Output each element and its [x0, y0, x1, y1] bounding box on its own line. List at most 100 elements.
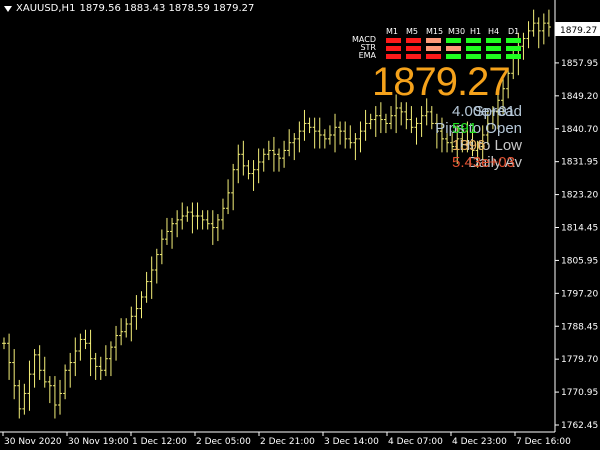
price-axis[interactable]: 1866.701857.951849.201840.701831.951823.… — [555, 26, 598, 431]
signal-cell — [486, 38, 501, 43]
price-bar — [271, 136, 276, 172]
timeframe-header: H1 — [470, 27, 482, 36]
price-bar — [78, 333, 83, 361]
price-bar — [373, 106, 378, 137]
info-value: 591 — [452, 120, 478, 137]
price-bar — [348, 125, 353, 149]
price-bar — [27, 360, 32, 411]
price-bar — [195, 202, 200, 230]
price-bar — [409, 106, 414, 134]
price-bar — [114, 325, 119, 361]
price-tick-label: 1831.95 — [561, 158, 598, 168]
price-bar — [536, 17, 541, 49]
price-tick-label: 1805.95 — [561, 256, 598, 266]
price-tick-label: 1762.45 — [561, 421, 598, 431]
price-bar — [7, 333, 12, 380]
price-bar — [129, 306, 134, 342]
price-bar — [149, 256, 154, 299]
info-label: Pips to Open — [435, 120, 522, 137]
big-price-display: 1879.27 — [372, 60, 511, 104]
price-bar — [251, 160, 256, 191]
time-tick-label: 7 Dec 16:00 — [516, 437, 571, 447]
price-bar — [399, 102, 404, 126]
price-bar — [531, 9, 536, 37]
timeframe-header: M1 — [386, 27, 398, 36]
signal-cell — [486, 46, 501, 51]
price-bar — [2, 337, 6, 350]
signal-cell — [386, 54, 401, 59]
price-bar — [363, 109, 368, 141]
signal-cell — [446, 54, 461, 59]
price-tick-label: 1797.20 — [561, 289, 598, 299]
price-tick-label: 1814.45 — [561, 224, 598, 234]
time-tick-label: 2 Dec 21:00 — [260, 437, 315, 447]
chart-title: XAUUSD,H1 1879.56 1883.43 1878.59 1879.2… — [4, 3, 254, 14]
time-tick-label: 30 Nov 2020 — [4, 437, 62, 447]
signal-cell — [426, 38, 441, 43]
price-bar — [73, 337, 78, 377]
price-bar — [98, 356, 103, 380]
price-bar — [307, 117, 312, 134]
price-bar — [246, 160, 251, 180]
price-chart[interactable]: 1866.701857.951849.201840.701831.951823.… — [0, 0, 600, 450]
signal-cell — [466, 54, 481, 59]
price-bar — [58, 379, 63, 415]
price-bar — [414, 117, 419, 145]
price-bar — [322, 129, 327, 149]
price-bar — [261, 148, 266, 172]
time-tick-label: 30 Nov 19:00 — [68, 437, 129, 447]
price-bar — [292, 133, 297, 161]
price-tick-label: 1779.70 — [561, 355, 598, 365]
symbol-label: XAUUSD,H1 — [16, 3, 76, 14]
price-bar — [419, 106, 424, 137]
signal-cell — [426, 54, 441, 59]
price-bar — [297, 121, 302, 153]
price-bar — [205, 210, 210, 230]
signal-cell — [446, 46, 461, 51]
price-bar — [404, 102, 409, 130]
price-bar — [312, 117, 317, 149]
price-tick-label: 1849.20 — [561, 92, 598, 102]
price-tick-label: 1857.95 — [561, 59, 598, 69]
price-bar — [170, 217, 175, 249]
timeframe-header: M15 — [426, 27, 444, 36]
price-bar — [226, 179, 231, 215]
symbol-dropdown-icon[interactable] — [4, 5, 12, 12]
price-tick-label: 1770.95 — [561, 388, 598, 398]
signal-cell — [406, 54, 421, 59]
price-bar — [429, 106, 434, 130]
price-bar — [103, 345, 108, 377]
price-bar — [175, 210, 180, 238]
signal-cell — [486, 54, 501, 59]
price-bar — [124, 318, 129, 338]
price-bar — [12, 349, 17, 400]
signal-cell — [506, 46, 521, 51]
price-bar — [154, 248, 159, 284]
price-bar — [83, 329, 88, 350]
price-bar — [200, 210, 205, 230]
price-bar — [119, 318, 124, 346]
current-price-label: 1879.27 — [560, 26, 597, 36]
timeframe-header: M30 — [448, 27, 466, 36]
price-bar — [134, 295, 139, 330]
info-value: 1396 — [452, 137, 486, 154]
price-bar — [93, 352, 98, 380]
price-bar — [63, 364, 68, 400]
price-bar — [231, 163, 236, 211]
price-bar — [22, 383, 27, 415]
signal-cell — [506, 54, 521, 59]
time-axis[interactable]: 30 Nov 2020 30 Nov 19:00 1 Dec 12:00 2 Dec … — [2, 432, 571, 447]
price-bar — [353, 133, 358, 161]
price-bar — [277, 148, 281, 172]
price-bar — [215, 214, 220, 242]
time-tick-label: 4 Dec 23:00 — [452, 437, 507, 447]
price-bar — [358, 121, 363, 153]
price-bar — [185, 206, 190, 222]
price-bar — [42, 356, 47, 388]
signal-cell — [446, 38, 461, 43]
ohlc-values: 1879.56 1883.43 1878.59 1879.27 — [79, 3, 255, 14]
price-bar — [32, 349, 37, 388]
price-bar — [317, 117, 322, 149]
price-bar — [256, 148, 261, 184]
price-bar — [389, 106, 394, 130]
